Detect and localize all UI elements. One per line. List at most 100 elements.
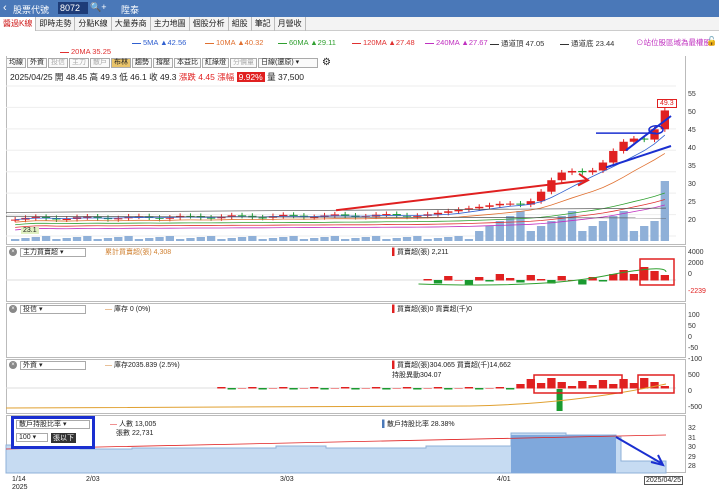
ma-legend: 5MA ▲42.56 10MA ▲40.32 60MA ▲29.11 120MA… — [0, 32, 719, 56]
panel3-axis: 500 0 -500 — [688, 368, 702, 416]
max-price-label: 49.3 — [657, 99, 677, 108]
candle-body — [444, 211, 453, 213]
net-bar — [557, 276, 566, 281]
indicator-select[interactable]: 投信 ▾ — [20, 304, 86, 314]
close-icon[interactable]: × — [9, 305, 17, 313]
volume-bar — [227, 238, 236, 241]
net-bar — [475, 277, 484, 281]
tab-main-map[interactable]: 主力地圖 — [151, 17, 190, 31]
net-bar — [433, 280, 443, 284]
net-bar — [536, 279, 546, 281]
net-bar — [361, 388, 370, 389]
net-bar — [227, 388, 236, 390]
candle-body — [454, 209, 463, 212]
net-bar — [547, 378, 556, 389]
cumulative-line — [418, 268, 667, 286]
axis-tick: -2239 — [688, 288, 706, 295]
net-bar — [578, 381, 587, 389]
tab-intraday[interactable]: 即時走勢 — [36, 17, 76, 31]
volume-bar — [423, 239, 432, 241]
legend-cumulative: 累計買賣超(張) 4,308 — [105, 249, 172, 256]
axis-tick: 30 — [688, 444, 696, 451]
foreign-chart[interactable] — [5, 370, 686, 414]
search-icon[interactable]: 🔍+ — [90, 2, 106, 13]
net-bar — [640, 378, 649, 389]
candle-body — [588, 170, 597, 173]
net-bar — [217, 387, 226, 389]
volume-bar — [11, 239, 20, 241]
trend-arrow-blue — [615, 436, 662, 464]
net-bar — [248, 387, 257, 389]
lock-icon[interactable]: 🔓 — [706, 36, 717, 47]
legend-lots: 張數 22,731 — [116, 430, 154, 437]
tab-branch-kline[interactable]: 分點K線 — [75, 17, 112, 31]
volume-bar — [609, 216, 618, 241]
retail-chart[interactable] — [5, 415, 686, 474]
net-bar — [598, 280, 608, 282]
net-bar — [310, 387, 319, 389]
volume-bar — [371, 236, 381, 241]
legend-net: ▌買賣超(張)0 買賣超(千)0 — [392, 306, 473, 313]
net-bar — [516, 280, 525, 283]
tab-bar: 醬過K線 即時走勢 分點K線 大量券商 主力地圖 個股分析 組股 筆記 月營收 — [0, 17, 719, 31]
tab-big-brokers[interactable]: 大量券商 — [112, 17, 151, 31]
x-year: 2025 — [12, 484, 28, 491]
volume-bar — [217, 239, 226, 241]
stock-code-input[interactable]: 8072 — [58, 2, 88, 14]
net-bar — [485, 280, 494, 282]
candle-body — [237, 215, 247, 217]
volume-bar — [454, 236, 463, 241]
tab-analysis[interactable]: 個股分析 — [190, 17, 229, 31]
axis-tick: 2000 — [688, 260, 704, 267]
volume-bar — [547, 221, 556, 241]
volume-bar — [382, 239, 391, 241]
volume-bar — [268, 238, 278, 241]
legend-retail-ratio: ▌散戶持股比率 28.38% — [382, 421, 455, 428]
x-end-date: 2025/04/25 — [644, 476, 684, 485]
candlestick-chart[interactable] — [5, 84, 686, 245]
indicator-select[interactable]: 主力買賣超 ▾ — [20, 247, 86, 257]
panel1-axis: 4000 2000 0 -2239 — [688, 247, 706, 297]
volume-bar — [588, 226, 597, 241]
net-bar — [258, 388, 267, 390]
net-bar — [629, 383, 639, 389]
net-bar — [392, 388, 401, 389]
axis-tick: 0 — [688, 388, 692, 395]
main-force-chart[interactable] — [6, 258, 686, 302]
tab-group[interactable]: 組股 — [229, 17, 252, 31]
volume-bar — [124, 236, 133, 241]
volume-bar — [134, 239, 144, 241]
price-tick: 20 — [688, 217, 696, 224]
indicator-select[interactable]: 外資 ▾ — [20, 360, 86, 370]
net-bar — [650, 271, 659, 281]
lot-unit-button[interactable]: 張以下 — [51, 433, 76, 443]
candle-body — [62, 218, 71, 220]
net-bar — [506, 388, 515, 390]
close-icon[interactable]: × — [9, 248, 17, 256]
volume-bar — [258, 239, 267, 241]
net-bar — [660, 386, 669, 389]
tab-notes[interactable]: 筆記 — [252, 17, 275, 31]
panel-header: × 投信 ▾ — 庫存 0 (0%) ▌買賣超(張)0 買賣超(千)0 — [7, 304, 472, 314]
ma120-legend: 120MA ▲27.48 — [352, 38, 415, 47]
x-tick: 1/14 — [12, 476, 26, 483]
price-tick: 40 — [688, 145, 696, 152]
tab-kline[interactable]: 醬過K線 — [0, 17, 37, 31]
indicator-select[interactable]: 散戶持股比率 ▾ — [16, 420, 90, 429]
close-icon[interactable]: × — [9, 361, 17, 369]
stock-name: 陞泰 — [121, 5, 140, 15]
net-bar — [268, 388, 278, 389]
net-bar — [485, 388, 494, 389]
back-icon[interactable]: ‹ — [3, 2, 7, 14]
volume-bar — [165, 236, 174, 241]
net-bar — [619, 379, 628, 389]
net-bar — [536, 383, 546, 389]
buy-signal-note[interactable]: ⊙站位股區域為最權股 — [636, 37, 711, 48]
net-bar — [330, 388, 339, 389]
lot-threshold-select[interactable]: 100 ▾ — [16, 433, 48, 442]
legend-net: ▌買賣超(張)304.065 買賣超(千)14,662 — [392, 362, 511, 369]
volume-bar — [41, 236, 51, 241]
volume-bar — [526, 231, 535, 241]
volume-bar — [640, 226, 649, 241]
tab-monthly-revenue[interactable]: 月營收 — [275, 17, 306, 31]
